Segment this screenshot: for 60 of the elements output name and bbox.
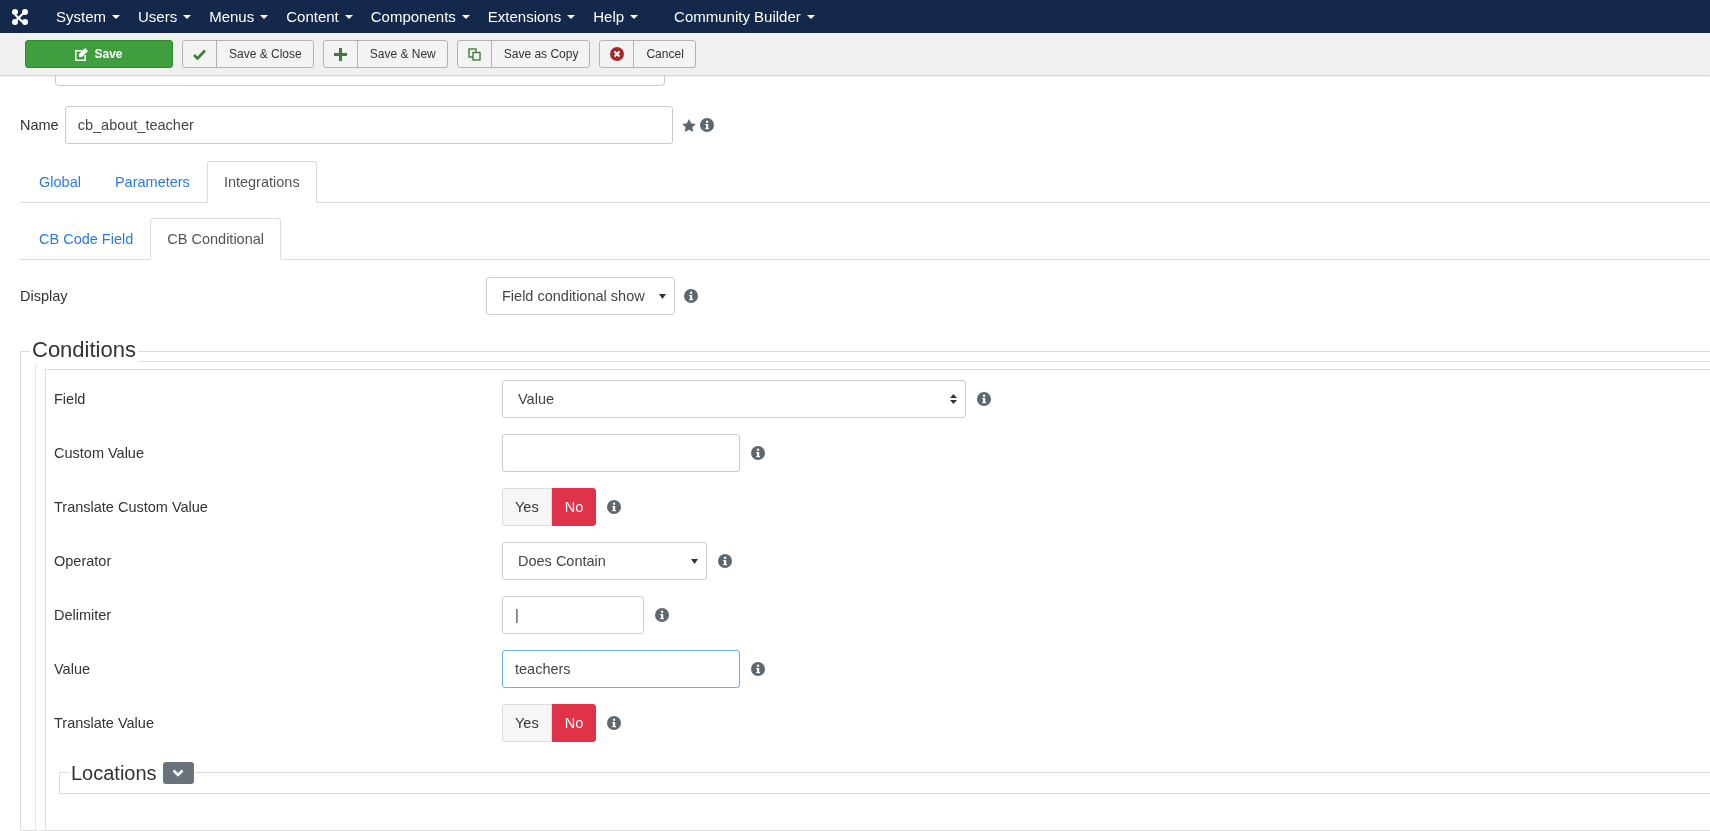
text-field[interactable] — [502, 434, 740, 472]
menu-item[interactable]: Users — [138, 8, 192, 25]
section-title: Locations — [71, 761, 157, 786]
menu-item[interactable]: Menus — [209, 8, 269, 25]
menu-item[interactable]: Content — [286, 8, 353, 25]
field-label: Name — [20, 117, 59, 133]
caret-icon — [691, 558, 698, 564]
toolbar-button[interactable]: Save & Close — [182, 40, 314, 68]
logo-icon[interactable] — [10, 6, 30, 27]
info-icon — [607, 500, 622, 514]
menu-item[interactable]: Components — [370, 8, 470, 25]
field-label: Value — [54, 661, 91, 677]
info-icon — [751, 446, 765, 460]
menu-item[interactable]: Help — [593, 8, 639, 25]
cancel-icon — [609, 47, 624, 61]
info-icon — [751, 662, 765, 676]
toggle-option[interactable]: No — [551, 488, 597, 526]
toolbar-button[interactable]: Cancel — [599, 40, 696, 68]
toggle-option[interactable]: Yes — [502, 488, 552, 526]
field-label: Field — [54, 391, 87, 407]
select-field[interactable]: Does Contain — [502, 542, 707, 580]
info-icon — [607, 716, 622, 730]
star-icon — [681, 118, 696, 132]
tab[interactable]: CB Code Field — [22, 218, 151, 259]
check-icon — [193, 48, 206, 60]
toolbar-button[interactable]: Save & New — [322, 40, 448, 68]
sort-arrows-icon — [950, 394, 957, 404]
toggle-option[interactable]: No — [551, 704, 597, 742]
caret-icon — [659, 293, 666, 299]
menu-item[interactable]: Community Builder — [674, 8, 815, 25]
name-input[interactable]: cb_about_teacher — [64, 106, 673, 144]
tab[interactable]: Global — [22, 161, 98, 202]
toggle-option[interactable]: Yes — [502, 704, 552, 742]
select-field[interactable]: Value — [502, 380, 966, 418]
tab[interactable]: Integrations — [206, 161, 317, 203]
menu-item[interactable]: Extensions — [487, 8, 576, 25]
text-field[interactable]: teachers — [502, 650, 740, 688]
field-label: Operator — [54, 553, 113, 569]
copy-icon — [467, 47, 481, 61]
tab[interactable]: Parameters — [97, 161, 207, 202]
info-icon — [699, 118, 714, 132]
field-label: Custom Value — [54, 445, 145, 461]
info-icon — [718, 554, 732, 568]
input-field[interactable] — [55, 76, 665, 86]
field-label: Translate Value — [54, 715, 155, 731]
expand-button[interactable] — [162, 762, 194, 784]
info-icon — [977, 392, 991, 406]
info-icon — [655, 608, 669, 622]
tab[interactable]: CB Conditional — [150, 218, 282, 260]
toolbar-button[interactable]: Save as Copy — [456, 40, 591, 68]
text-field[interactable]: | — [502, 596, 644, 634]
field-label: Translate Custom Value — [54, 499, 209, 515]
menu-item[interactable]: System — [56, 8, 120, 25]
info-icon — [684, 289, 698, 303]
display-select[interactable]: Field conditional show — [486, 277, 675, 315]
chevron-down-icon — [172, 769, 185, 777]
plus-icon — [333, 47, 347, 61]
edit-icon — [75, 47, 89, 61]
field-label: Delimiter — [54, 607, 113, 623]
field-label: Display — [20, 288, 69, 304]
